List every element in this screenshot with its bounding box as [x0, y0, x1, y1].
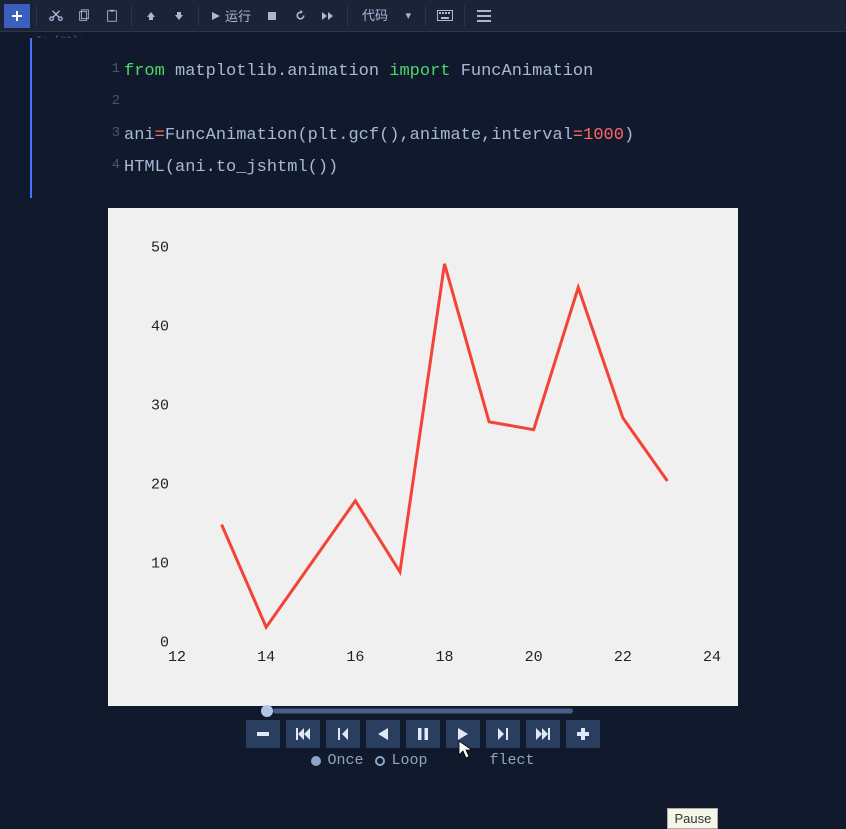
- reverse-play-button[interactable]: [366, 720, 400, 748]
- play-once-radio[interactable]: Once: [311, 752, 363, 769]
- move-down-button[interactable]: [166, 4, 192, 28]
- copy-button[interactable]: [71, 4, 97, 28]
- play-loop-radio[interactable]: Loop: [375, 752, 427, 769]
- restart-button[interactable]: [287, 4, 313, 28]
- y-tick-label: 50: [151, 240, 169, 257]
- y-tick-label: 30: [151, 398, 169, 415]
- chart-output: 0102030405012141618202224: [108, 208, 738, 706]
- line-number: 1: [110, 61, 120, 77]
- play-button[interactable]: [446, 720, 480, 748]
- next-frame-button[interactable]: [486, 720, 520, 748]
- pause-tooltip: Pause: [667, 808, 718, 829]
- cut-button[interactable]: [43, 4, 69, 28]
- cell-type-select[interactable]: 代码: [354, 6, 419, 25]
- x-tick-label: 12: [168, 649, 186, 666]
- line-number: 3: [110, 125, 120, 141]
- faster-button[interactable]: [566, 720, 600, 748]
- play-reflect-radio[interactable]: flect: [490, 752, 535, 769]
- code-cell[interactable]: 1 2 3 4 from matplotlib.animation import…: [30, 38, 846, 198]
- line-number: 2: [110, 93, 120, 109]
- x-tick-label: 20: [525, 649, 543, 666]
- x-tick-label: 18: [435, 649, 453, 666]
- notebook-toolbar: 运行 代码: [0, 0, 846, 32]
- slower-button[interactable]: [246, 720, 280, 748]
- move-up-button[interactable]: [138, 4, 164, 28]
- prev-frame-button[interactable]: [326, 720, 360, 748]
- x-tick-label: 22: [614, 649, 632, 666]
- animation-controls: Once Loop Pause flect: [108, 706, 738, 769]
- y-tick-label: 20: [151, 477, 169, 494]
- y-tick-label: 40: [151, 319, 169, 336]
- x-tick-label: 24: [703, 649, 721, 666]
- animation-slider[interactable]: [263, 706, 583, 716]
- chart-line: [177, 248, 712, 643]
- x-tick-label: 16: [346, 649, 364, 666]
- last-frame-button[interactable]: [526, 720, 560, 748]
- insert-cell-button[interactable]: [4, 4, 30, 28]
- code-editor[interactable]: from matplotlib.animation import FuncAni…: [32, 38, 846, 194]
- fast-forward-button[interactable]: [315, 4, 341, 28]
- command-palette-button[interactable]: [471, 4, 497, 28]
- line-number: 4: [110, 157, 120, 173]
- y-tick-label: 10: [151, 556, 169, 573]
- x-tick-label: 14: [257, 649, 275, 666]
- run-label: 运行: [225, 6, 251, 25]
- keyboard-button[interactable]: [432, 4, 458, 28]
- pause-button[interactable]: [406, 720, 440, 748]
- first-frame-button[interactable]: [286, 720, 320, 748]
- paste-button[interactable]: [99, 4, 125, 28]
- stop-button[interactable]: [259, 4, 285, 28]
- run-button[interactable]: 运行: [205, 6, 257, 25]
- chart-axes: 0102030405012141618202224: [177, 248, 712, 643]
